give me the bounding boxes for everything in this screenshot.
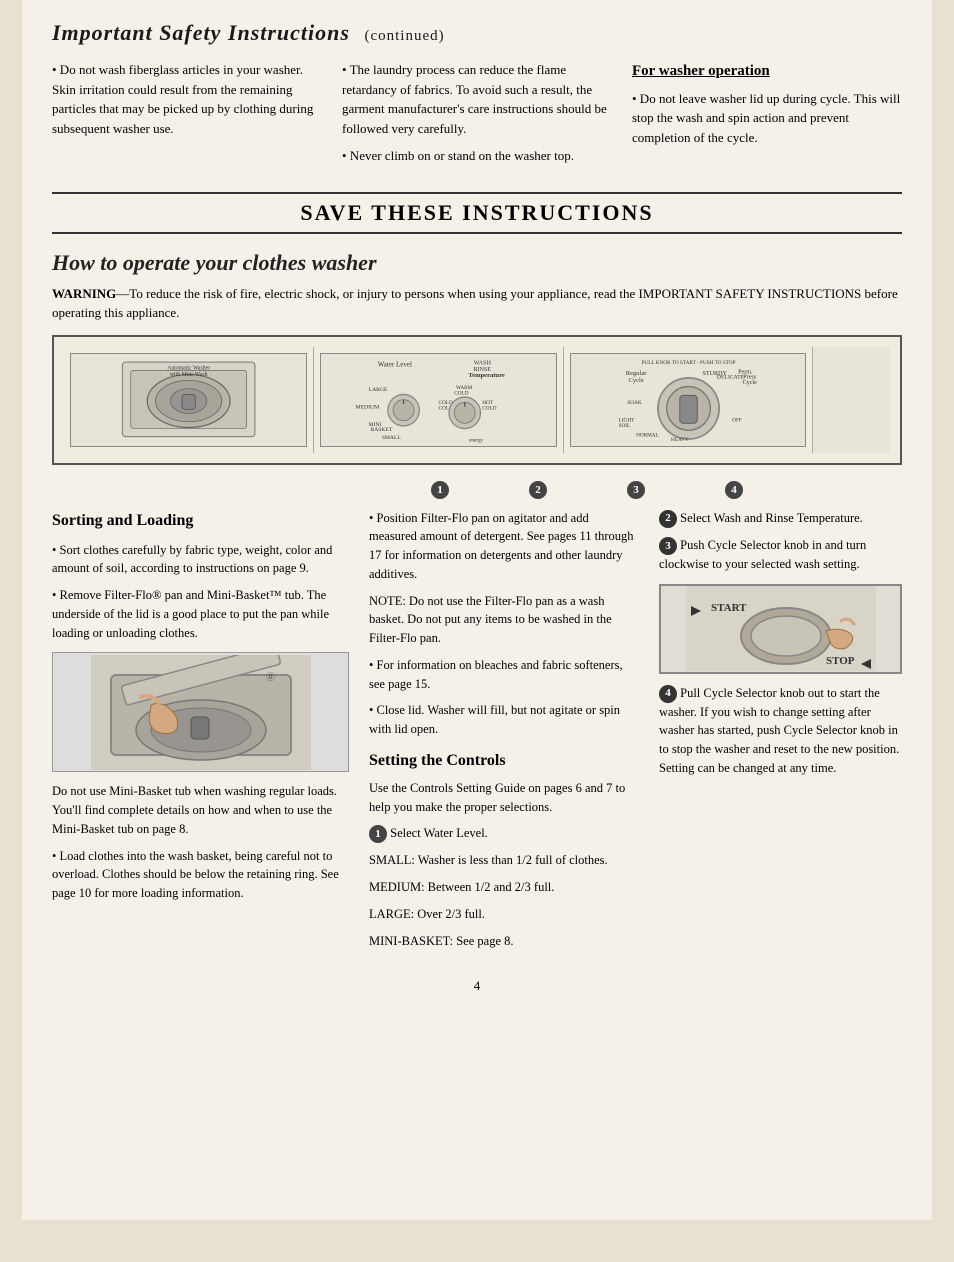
- controls-diagram-svg: Water Level WASH RINSE Temperature LARGE…: [327, 356, 550, 443]
- warning-text: WARNING—To reduce the risk of fire, elec…: [52, 284, 902, 323]
- mid-para1: • Position Filter-Flo pan on agitator an…: [369, 509, 639, 584]
- large-label: LARGE: Over 2/3 full.: [369, 905, 639, 924]
- step4-text: 4 Pull Cycle Selector knob out to start …: [659, 684, 902, 778]
- diagram-controls: Water Level WASH RINSE Temperature LARGE…: [320, 353, 557, 447]
- diagram-panel-2: Water Level WASH RINSE Temperature LARGE…: [314, 347, 564, 453]
- svg-text:COLD: COLD: [482, 405, 496, 411]
- step2-circle: 2: [659, 510, 677, 528]
- setting-para: Use the Controls Setting Guide on pages …: [369, 779, 639, 817]
- step3-text: 3 Push Cycle Selector knob in and turn c…: [659, 536, 902, 574]
- step-1-indicator: 1: [431, 481, 449, 499]
- sorting-para1: • Sort clothes carefully by fabric type,…: [52, 541, 349, 579]
- step1-line: 1 Select Water Level.: [369, 824, 639, 843]
- sorting-title: Sorting and Loading: [52, 509, 349, 533]
- svg-text:WASH: WASH: [473, 361, 491, 367]
- step-2-indicator: 2: [529, 481, 547, 499]
- how-to-section: How to operate your clothes washer WARNI…: [52, 250, 902, 323]
- how-to-title: How to operate your clothes washer: [52, 250, 902, 276]
- medium-label: MEDIUM: Between 1/2 and 2/3 full.: [369, 878, 639, 897]
- svg-text:Automatic Washer: Automatic Washer: [167, 366, 210, 372]
- main-title: Important Safety Instructions (continued…: [52, 20, 445, 45]
- loading-image-svg: ⓪: [91, 655, 311, 770]
- start-stop-svg: START STOP: [686, 586, 876, 671]
- washer-diagram-svg: Automatic Washer with Mini-Wash: [83, 358, 294, 441]
- sorting-para4: • Load clothes into the wash basket, bei…: [52, 847, 349, 903]
- mid-para3: • Close lid. Washer will fill, but not a…: [369, 701, 639, 739]
- washer-loading-image: ⓪: [52, 652, 349, 772]
- diagram-box: Automatic Washer with Mini-Wash Water Le…: [52, 335, 902, 465]
- small-label: SMALL: Washer is less than 1/2 full of c…: [369, 851, 639, 870]
- svg-text:Water Level: Water Level: [377, 360, 411, 368]
- col-right: 2 Select Wash and Rinse Temperature. 3 P…: [659, 509, 902, 959]
- safety-col-3: For washer operation • Do not leave wash…: [632, 60, 902, 174]
- step3-circle: 3: [659, 537, 677, 555]
- step4-circle: 4: [659, 685, 677, 703]
- svg-text:COLD: COLD: [454, 390, 468, 396]
- diagram-washer: Automatic Washer with Mini-Wash: [70, 353, 307, 447]
- col-sorting: Sorting and Loading • Sort clothes caref…: [52, 509, 349, 959]
- step2-text: 2 Select Wash and Rinse Temperature.: [659, 509, 902, 528]
- sorting-para2: • Remove Filter-Flo® pan and Mini-Basket…: [52, 586, 349, 642]
- svg-text:BASKET: BASKET: [370, 427, 393, 433]
- mid-note: NOTE: Do not use the Filter-Flo pan as a…: [369, 592, 639, 648]
- svg-text:with Mini-Wash: with Mini-Wash: [170, 372, 208, 378]
- svg-text:SOIL: SOIL: [618, 423, 630, 429]
- diagram-cycle: PULL KNOB TO START - PUSH TO STOP Regula…: [570, 353, 807, 447]
- diagram-panel-4: [813, 347, 890, 453]
- svg-text:Regular: Regular: [625, 370, 647, 377]
- sorting-para3: Do not use Mini-Basket tub when washing …: [52, 782, 349, 838]
- svg-text:STOP: STOP: [826, 655, 855, 667]
- start-stop-knob-image: START STOP: [659, 584, 902, 674]
- safety-col-1: • Do not wash fiberglass articles in you…: [52, 60, 322, 174]
- setting-controls-title: Setting the Controls: [369, 749, 639, 773]
- step-3-indicator: 3: [627, 481, 645, 499]
- mid-para2: • For information on bleaches and fabric…: [369, 656, 639, 694]
- page-header: Important Safety Instructions (continued…: [52, 20, 902, 46]
- svg-text:energy: energy: [469, 437, 484, 443]
- step1-circle: 1: [369, 825, 387, 843]
- safety-col-2: • The laundry process can reduce the fla…: [342, 60, 612, 174]
- svg-text:Cycle: Cycle: [742, 380, 757, 386]
- step-number-line: 1 2 3 4: [52, 481, 902, 499]
- page: Important Safety Instructions (continued…: [22, 0, 932, 1220]
- svg-text:SMALL: SMALL: [381, 435, 401, 441]
- svg-text:LARGE: LARGE: [368, 387, 387, 393]
- col-mid: • Position Filter-Flo pan on agitator an…: [369, 509, 639, 959]
- svg-text:OFF: OFF: [732, 417, 742, 423]
- svg-text:SOAK: SOAK: [627, 400, 641, 406]
- svg-text:NORMAL: NORMAL: [636, 432, 659, 438]
- cycle-diagram-svg: PULL KNOB TO START - PUSH TO STOP Regula…: [577, 356, 800, 443]
- save-instructions: SAVE THESE INSTRUCTIONS: [52, 192, 902, 234]
- safety-section: • Do not wash fiberglass articles in you…: [52, 60, 902, 174]
- diagram-panel-1: Automatic Washer with Mini-Wash: [64, 347, 314, 453]
- content-columns: Sorting and Loading • Sort clothes caref…: [52, 509, 902, 959]
- svg-text:DELICATE: DELICATE: [716, 375, 744, 381]
- svg-text:Cycle: Cycle: [628, 377, 643, 384]
- svg-text:HEAVY: HEAVY: [671, 437, 689, 443]
- mini-label: MINI-BASKET: See page 8.: [369, 932, 639, 951]
- svg-text:Temperature: Temperature: [468, 372, 504, 379]
- svg-text:MEDIUM: MEDIUM: [355, 404, 379, 410]
- svg-text:PULL KNOB TO START - PUSH TO S: PULL KNOB TO START - PUSH TO STOP: [641, 360, 735, 366]
- page-number: 4: [52, 978, 902, 994]
- diagram-panel-3: PULL KNOB TO START - PUSH TO STOP Regula…: [564, 347, 814, 453]
- svg-text:⓪: ⓪: [266, 672, 275, 682]
- step-4-indicator: 4: [725, 481, 743, 499]
- svg-text:START: START: [711, 602, 747, 614]
